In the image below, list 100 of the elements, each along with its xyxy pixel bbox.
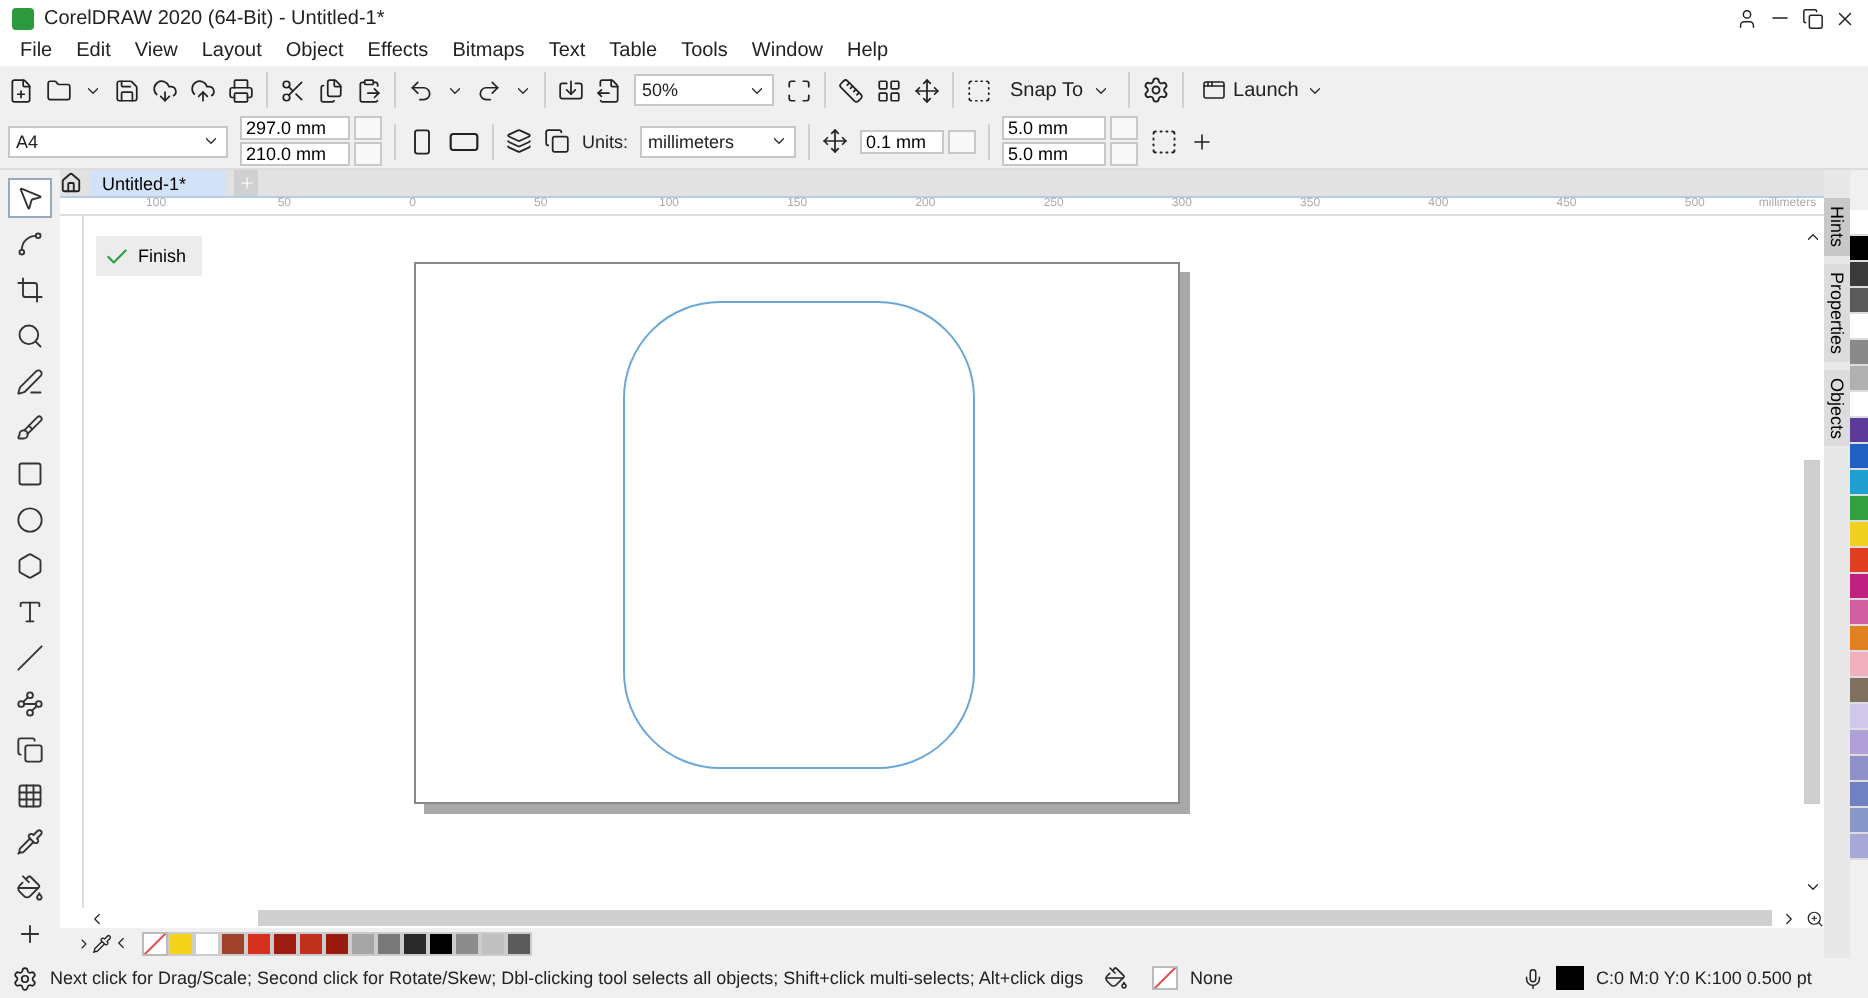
color-swatch[interactable]: [1850, 730, 1868, 756]
duplicate-y-field[interactable]: 5.0 mm: [1002, 142, 1107, 166]
home-icon[interactable]: [60, 172, 82, 194]
color-swatch[interactable]: [1850, 288, 1868, 314]
color-swatch[interactable]: [376, 931, 402, 955]
full-screen-icon[interactable]: [786, 77, 812, 103]
color-swatch[interactable]: [506, 931, 532, 955]
color-swatch[interactable]: [1850, 444, 1868, 470]
menu-item[interactable]: View: [122, 40, 190, 62]
color-swatch[interactable]: [1850, 652, 1868, 678]
color-swatch[interactable]: [428, 931, 454, 955]
scroll-down-icon[interactable]: [1803, 878, 1821, 896]
color-swatch[interactable]: [1850, 808, 1868, 834]
color-swatch[interactable]: [1850, 210, 1868, 236]
duplicate-x-field[interactable]: 5.0 mm: [1002, 116, 1107, 140]
settings-icon[interactable]: [1141, 76, 1170, 104]
color-swatch[interactable]: [324, 931, 350, 955]
units-dropdown[interactable]: millimeters: [640, 125, 797, 157]
color-swatch[interactable]: [1850, 574, 1868, 600]
color-swatch[interactable]: [480, 931, 506, 955]
menu-item[interactable]: Effects: [355, 40, 441, 62]
menu-item[interactable]: Layout: [189, 40, 274, 62]
cloud-download-icon[interactable]: [152, 77, 178, 103]
eyedropper-icon[interactable]: [92, 933, 112, 953]
menu-item[interactable]: Text: [536, 40, 598, 62]
undo-icon[interactable]: [408, 77, 434, 103]
zoom-icon[interactable]: [1806, 909, 1824, 927]
cloud-upload-icon[interactable]: [190, 77, 216, 103]
color-swatch[interactable]: [1850, 626, 1868, 652]
color-swatch[interactable]: [454, 931, 480, 955]
color-swatch[interactable]: [1850, 470, 1868, 496]
color-swatch[interactable]: [1850, 522, 1868, 548]
docker-tab[interactable]: Objects: [1824, 369, 1850, 447]
color-swatch[interactable]: [402, 931, 428, 955]
nudge-field[interactable]: 0.1 mm: [860, 129, 945, 153]
menu-item[interactable]: Tools: [669, 40, 740, 62]
folder-icon[interactable]: [46, 77, 72, 103]
color-swatch[interactable]: [1850, 834, 1868, 860]
color-swatch[interactable]: [1850, 392, 1868, 418]
restore-icon[interactable]: [1802, 7, 1824, 29]
color-swatch[interactable]: [1850, 782, 1868, 808]
color-swatch[interactable]: [272, 931, 298, 955]
grid-icon[interactable]: [876, 77, 902, 103]
guidelines-icon[interactable]: [914, 77, 940, 103]
import-icon[interactable]: [558, 77, 584, 103]
page-width-field[interactable]: 297.0 mm: [240, 116, 350, 140]
color-swatch[interactable]: [1850, 678, 1868, 704]
document-tab[interactable]: Untitled-1*: [90, 170, 227, 196]
all-pages-icon[interactable]: [506, 128, 532, 154]
snap-to-button[interactable]: Snap To: [1004, 72, 1116, 108]
color-swatch[interactable]: [1850, 704, 1868, 730]
current-page-icon[interactable]: [544, 128, 570, 154]
color-swatch[interactable]: [298, 931, 324, 955]
redo-icon[interactable]: [476, 77, 502, 103]
no-color-swatch[interactable]: [142, 931, 168, 955]
color-swatch[interactable]: [1850, 548, 1868, 574]
color-swatch[interactable]: [246, 931, 272, 955]
page-height-field[interactable]: 210.0 mm: [240, 142, 350, 166]
nudge-icon[interactable]: [822, 128, 849, 154]
color-swatch[interactable]: [194, 931, 220, 955]
plus-icon[interactable]: [1190, 129, 1215, 153]
copy-icon[interactable]: [318, 77, 344, 103]
tool-button[interactable]: [8, 178, 52, 218]
color-swatch[interactable]: [1850, 262, 1868, 288]
color-swatch[interactable]: [1850, 600, 1868, 626]
new-document-icon[interactable]: [8, 77, 34, 103]
color-swatch[interactable]: [1850, 236, 1868, 262]
expand-icon[interactable]: [76, 935, 92, 951]
snap-icon[interactable]: [966, 77, 992, 103]
ruler-icon[interactable]: [838, 77, 864, 103]
color-swatch[interactable]: [350, 931, 376, 955]
menu-item[interactable]: Bitmaps: [440, 40, 537, 62]
color-swatch[interactable]: [220, 931, 246, 955]
scroll-up-icon[interactable]: [1803, 228, 1821, 246]
page-size-dropdown[interactable]: A4: [8, 125, 228, 157]
menu-item[interactable]: Table: [597, 40, 670, 62]
docker-tab[interactable]: Properties: [1824, 263, 1850, 362]
bleed-icon[interactable]: [1150, 127, 1179, 155]
color-swatch[interactable]: [168, 931, 194, 955]
paste-icon[interactable]: [356, 77, 382, 103]
launch-button[interactable]: Launch: [1195, 72, 1331, 108]
docker-tab[interactable]: Hints: [1824, 198, 1850, 256]
menu-item[interactable]: Object: [273, 40, 356, 62]
color-swatch[interactable]: [1850, 366, 1868, 392]
color-swatch[interactable]: [1850, 314, 1868, 340]
account-icon[interactable]: [1736, 7, 1758, 29]
menu-item[interactable]: File: [8, 40, 65, 62]
zoom-dropdown[interactable]: 50%: [634, 74, 774, 106]
finish-button[interactable]: Finish: [96, 236, 203, 276]
color-swatch[interactable]: [1850, 756, 1868, 782]
export-icon[interactable]: [596, 77, 622, 103]
color-swatch[interactable]: [1850, 496, 1868, 522]
portrait-icon[interactable]: [408, 127, 436, 155]
menu-item[interactable]: Help: [835, 40, 901, 62]
save-icon[interactable]: [114, 77, 140, 103]
menu-item[interactable]: Edit: [64, 40, 123, 62]
scroll-right-icon[interactable]: [1780, 909, 1798, 927]
printer-icon[interactable]: [228, 77, 254, 103]
menu-item[interactable]: Window: [739, 40, 835, 62]
cut-icon[interactable]: [280, 77, 306, 103]
